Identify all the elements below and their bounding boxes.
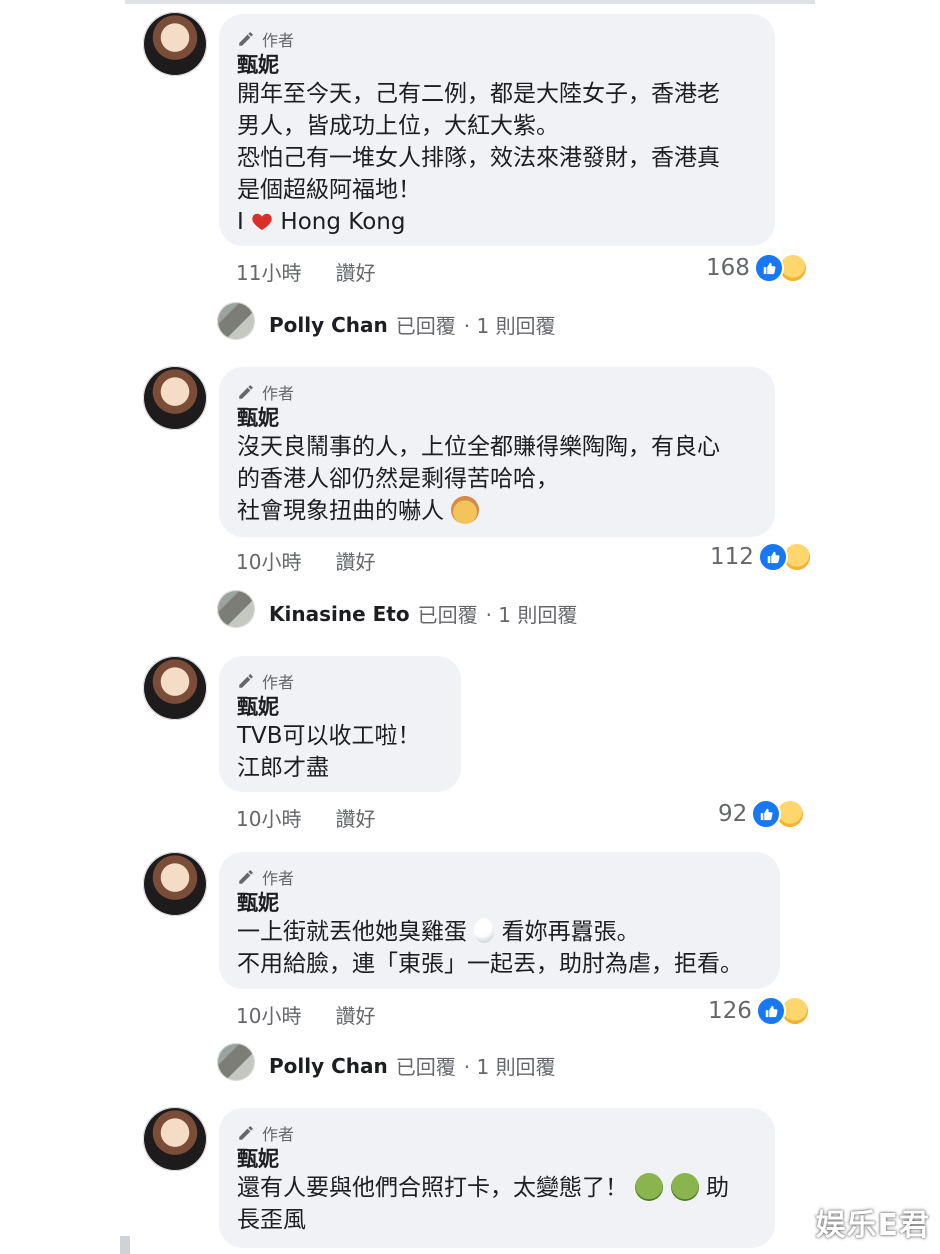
comment-meta: 10小時 讚好 bbox=[236, 803, 375, 832]
comment-text: Hong Kong bbox=[280, 209, 406, 235]
exploding-head-icon bbox=[451, 495, 480, 524]
scroll-edge bbox=[120, 1236, 130, 1254]
comment-line: 男人，皆成功上位，大紅大紫。 bbox=[237, 113, 559, 139]
reaction-summary[interactable]: 126 bbox=[708, 996, 810, 1026]
reaction-count: 92 bbox=[718, 801, 748, 827]
comment-bubble: 作者 甄妮 開年至今天，己有二例，都是大陸女子，香港老 男人，皆成功上位，大紅大… bbox=[219, 14, 775, 246]
reply-count[interactable]: · 1 則回覆 bbox=[486, 599, 578, 628]
comment-line: 一上街就丟他她臭雞蛋 看妳再囂張。 bbox=[237, 916, 762, 948]
comment-text: 助 bbox=[705, 1175, 729, 1201]
comment-line: 是個超級阿福地！ bbox=[237, 177, 421, 203]
comment-text: 一上街就丟他她臭雞蛋 bbox=[237, 919, 467, 945]
reply-name[interactable]: Kinasine Eto bbox=[269, 602, 410, 626]
reaction-summary[interactable]: 168 bbox=[706, 253, 808, 283]
comment-meta: 10小時 讚好 bbox=[236, 1000, 375, 1029]
comment-meta: 10小時 讚好 bbox=[236, 546, 375, 575]
comment-line: 長歪風 bbox=[237, 1207, 306, 1233]
reply-status: 已回覆 bbox=[395, 314, 456, 338]
author-label: 作者 bbox=[262, 869, 295, 888]
pencil-icon bbox=[239, 870, 253, 884]
author-badge: 作者 bbox=[237, 1122, 757, 1144]
comments-page: 作者 甄妮 開年至今天，己有二例，都是大陸女子，香港老 男人，皆成功上位，大紅大… bbox=[0, 0, 940, 1254]
avatar[interactable] bbox=[143, 12, 207, 76]
reply-name[interactable]: Polly Chan bbox=[269, 313, 388, 337]
avatar[interactable] bbox=[143, 366, 207, 430]
like-button[interactable]: 讚好 bbox=[335, 546, 375, 575]
replied-row[interactable]: Polly Chan 已回覆 · 1 則回覆 bbox=[269, 310, 556, 339]
reply-count[interactable]: · 1 則回覆 bbox=[464, 1051, 556, 1080]
comment-bubble: 作者 甄妮 一上街就丟他她臭雞蛋 看妳再囂張。 不用給臉，連「東張」一起丟，助肘… bbox=[219, 852, 780, 989]
comment-line: 沒天良鬧事的人，上位全都賺得樂陶陶，有良心 bbox=[237, 434, 720, 460]
comment-text: I bbox=[237, 209, 252, 235]
author-label: 作者 bbox=[262, 1125, 295, 1144]
nauseated-face-icon bbox=[635, 1172, 664, 1201]
pencil-icon bbox=[239, 1126, 253, 1140]
like-icon bbox=[757, 542, 788, 572]
pencil-icon bbox=[239, 674, 253, 688]
timestamp[interactable]: 10小時 bbox=[236, 546, 301, 575]
reaction-count: 126 bbox=[708, 998, 752, 1024]
avatar[interactable] bbox=[143, 852, 207, 916]
like-button[interactable]: 讚好 bbox=[335, 1000, 375, 1029]
reply-avatar[interactable] bbox=[217, 1043, 255, 1081]
reply-status: 已回覆 bbox=[417, 603, 478, 627]
top-border bbox=[125, 0, 815, 4]
comment-line: I Hong Kong bbox=[237, 206, 757, 238]
comment-text: 還有人要與他們合照打卡，太變態了！ bbox=[237, 1175, 628, 1201]
timestamp[interactable]: 10小時 bbox=[236, 803, 301, 832]
reply-count[interactable]: · 1 則回覆 bbox=[464, 310, 556, 339]
watermark: 娱乐E君 bbox=[815, 1208, 930, 1243]
commenter-name[interactable]: 甄妮 bbox=[237, 694, 443, 720]
heart-icon bbox=[252, 213, 272, 230]
like-icon bbox=[755, 996, 786, 1026]
comment-bubble: 作者 甄妮 沒天良鬧事的人，上位全都賺得樂陶陶，有良心 的香港人卻仍然是剩得苦哈… bbox=[219, 367, 775, 537]
commenter-name[interactable]: 甄妮 bbox=[237, 1146, 757, 1172]
egg-icon bbox=[474, 918, 495, 943]
author-badge: 作者 bbox=[237, 670, 443, 692]
comment-line: 還有人要與他們合照打卡，太變態了！ 助 bbox=[237, 1172, 757, 1204]
comment-line: 社會現象扭曲的嚇人 bbox=[237, 495, 757, 527]
pencil-icon bbox=[239, 32, 253, 46]
reaction-count: 112 bbox=[710, 544, 754, 570]
comment-bubble: 作者 甄妮 還有人要與他們合照打卡，太變態了！ 助 長歪風 bbox=[219, 1108, 775, 1248]
comment-text: 社會現象扭曲的嚇人 bbox=[237, 498, 444, 524]
replied-row[interactable]: Kinasine Eto 已回覆 · 1 則回覆 bbox=[269, 599, 577, 628]
like-icon bbox=[753, 253, 784, 283]
comment-text: 看妳再囂張。 bbox=[501, 919, 640, 945]
author-label: 作者 bbox=[262, 31, 295, 50]
like-button[interactable]: 讚好 bbox=[335, 257, 375, 286]
reaction-count: 168 bbox=[706, 255, 750, 281]
comment-line: 江郎才盡 bbox=[237, 755, 329, 781]
commenter-name[interactable]: 甄妮 bbox=[237, 890, 762, 916]
reply-avatar[interactable] bbox=[217, 590, 255, 628]
avatar[interactable] bbox=[143, 656, 207, 720]
reaction-summary[interactable]: 92 bbox=[718, 799, 806, 829]
comment-meta: 11小時 讚好 bbox=[236, 257, 375, 286]
author-badge: 作者 bbox=[237, 28, 757, 50]
author-badge: 作者 bbox=[237, 381, 757, 403]
reply-avatar[interactable] bbox=[217, 302, 255, 340]
comment-line: TVB可以收工啦！ bbox=[237, 723, 421, 749]
nauseated-face-icon bbox=[670, 1172, 699, 1201]
comment-line: 的香港人卻仍然是剩得苦哈哈， bbox=[237, 466, 559, 492]
comment-line: 開年至今天，己有二例，都是大陸女子，香港老 bbox=[237, 81, 720, 107]
timestamp[interactable]: 11小時 bbox=[236, 257, 301, 286]
like-icon bbox=[751, 799, 782, 829]
comment-line: 不用給臉，連「東張」一起丟，助肘為虐，拒看。 bbox=[237, 951, 743, 977]
timestamp[interactable]: 10小時 bbox=[236, 1000, 301, 1029]
reply-status: 已回覆 bbox=[395, 1055, 456, 1079]
author-label: 作者 bbox=[262, 384, 295, 403]
reaction-summary[interactable]: 112 bbox=[710, 542, 812, 572]
avatar[interactable] bbox=[143, 1107, 207, 1171]
pencil-icon bbox=[239, 385, 253, 399]
comment-bubble: 作者 甄妮 TVB可以收工啦！ 江郎才盡 bbox=[219, 656, 461, 792]
commenter-name[interactable]: 甄妮 bbox=[237, 405, 757, 431]
comment-line: 恐怕己有一堆女人排隊，效法來港發財，香港真 bbox=[237, 145, 720, 171]
like-button[interactable]: 讚好 bbox=[335, 803, 375, 832]
author-label: 作者 bbox=[262, 673, 295, 692]
reply-name[interactable]: Polly Chan bbox=[269, 1054, 388, 1078]
commenter-name[interactable]: 甄妮 bbox=[237, 52, 757, 78]
author-badge: 作者 bbox=[237, 866, 762, 888]
replied-row[interactable]: Polly Chan 已回覆 · 1 則回覆 bbox=[269, 1051, 556, 1080]
